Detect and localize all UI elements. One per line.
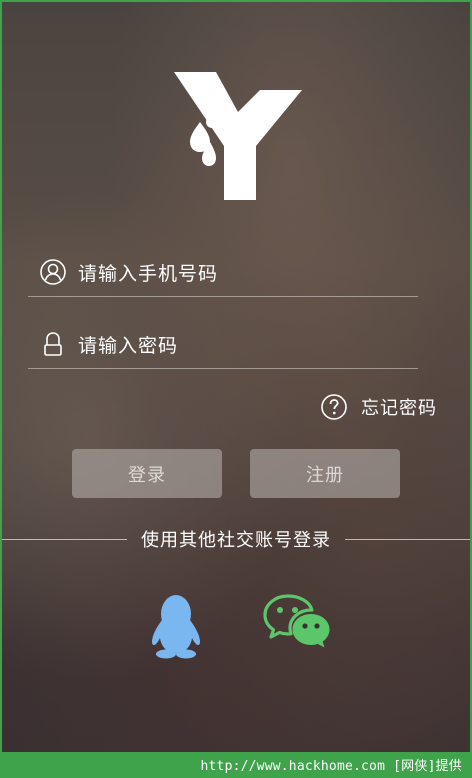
divider-line-left xyxy=(2,538,127,540)
watermark-bar: http://www.hackhome.com [网侠]提供 xyxy=(0,752,472,778)
login-button-label: 登录 xyxy=(128,464,166,486)
question-icon xyxy=(321,394,347,420)
password-input[interactable]: 请输入密码 xyxy=(28,320,418,369)
lock-icon xyxy=(40,331,66,357)
login-button[interactable]: 登录 xyxy=(72,449,222,498)
forgot-password-label: 忘记密码 xyxy=(361,398,437,419)
app-logo-icon xyxy=(174,72,302,200)
divider-line-right xyxy=(345,538,470,540)
password-placeholder: 请输入密码 xyxy=(78,334,179,357)
phone-placeholder: 请输入手机号码 xyxy=(78,262,219,285)
wechat-icon[interactable] xyxy=(262,592,332,658)
social-login-divider: 使用其他社交账号登录 xyxy=(2,524,470,554)
user-icon xyxy=(40,259,66,285)
register-button-label: 注册 xyxy=(306,464,344,486)
social-login-label: 使用其他社交账号登录 xyxy=(141,530,331,551)
qq-penguin-icon[interactable] xyxy=(146,590,206,660)
forgot-password-link[interactable]: 忘记密码 xyxy=(321,394,437,420)
watermark-text: http://www.hackhome.com [网侠]提供 xyxy=(200,759,462,774)
register-button[interactable]: 注册 xyxy=(250,449,400,498)
phone-input[interactable]: 请输入手机号码 xyxy=(28,248,418,297)
login-screen: 请输入手机号码 请输入密码 忘记密码 登录 注册 使用其他社交账号登录 xyxy=(2,2,470,752)
